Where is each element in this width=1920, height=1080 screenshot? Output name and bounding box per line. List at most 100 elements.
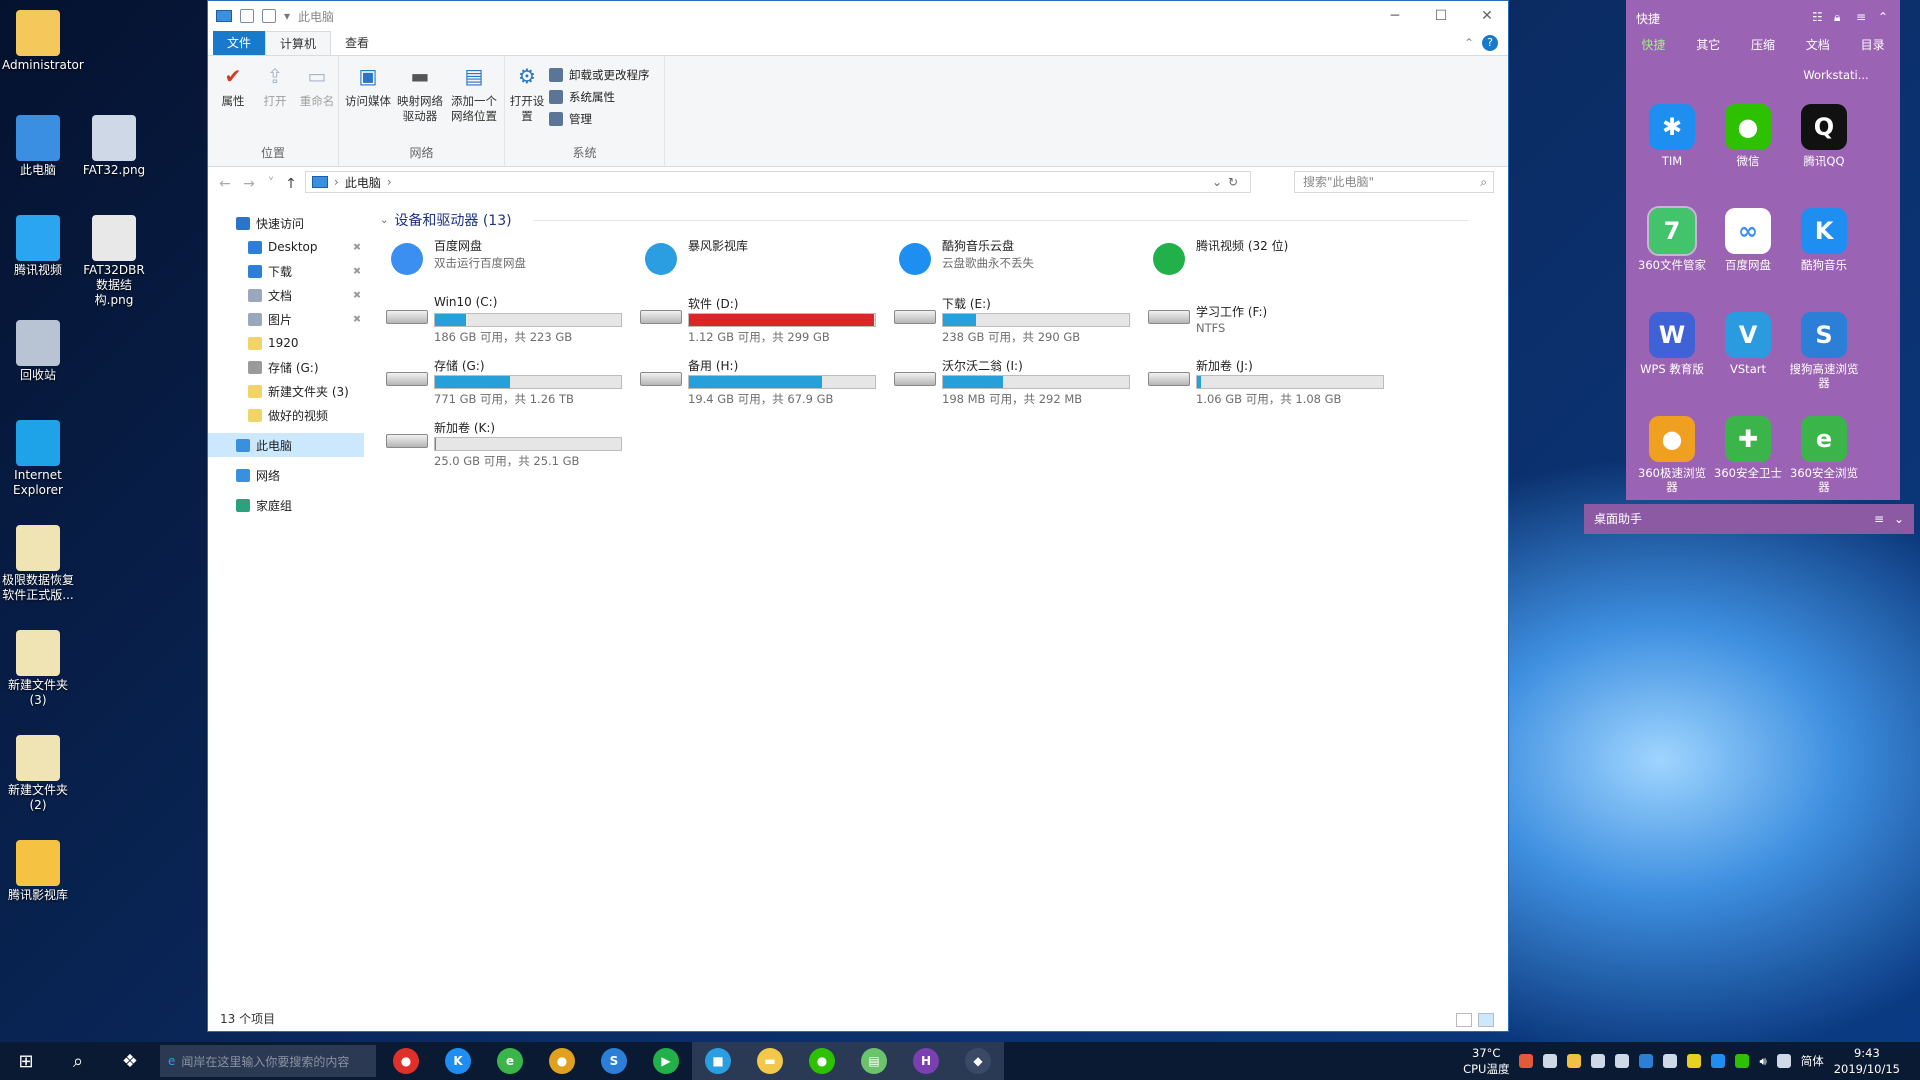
panel-app-icon[interactable]: S 搜狗高速浏览器 bbox=[1786, 312, 1862, 390]
nav-item[interactable]: 新建文件夹 (3) bbox=[208, 379, 364, 403]
menu-icon[interactable]: ≡ bbox=[1856, 10, 1866, 24]
desktop-icon[interactable]: FAT32.png bbox=[78, 115, 150, 178]
section-header[interactable]: ⌄ 设备和驱动器 (13) bbox=[380, 210, 512, 230]
panel-app-icon[interactable]: ● 微信 bbox=[1710, 104, 1786, 168]
desktop-icon[interactable]: FAT32DBR数据结构.png bbox=[78, 215, 150, 308]
panel-app-icon[interactable]: 7 360文件管家 bbox=[1634, 206, 1710, 272]
app-tile[interactable]: 酷狗音乐云盘 云盘歌曲永不丢失 bbox=[888, 235, 1128, 283]
app-tile[interactable]: 暴风影视库 bbox=[634, 235, 874, 283]
new-folder-quick-button[interactable] bbox=[262, 9, 276, 23]
panel-app-icon[interactable]: Q 腾讯QQ bbox=[1786, 104, 1862, 168]
app-tile[interactable]: 腾讯视频 (32 位) bbox=[1142, 235, 1382, 283]
refresh-icon[interactable]: ↻ bbox=[1228, 175, 1250, 189]
panel-app-icon[interactable]: K 酷狗音乐 bbox=[1786, 208, 1862, 272]
drive-tile[interactable]: 新加卷 (J:) 1.06 GB 可用，共 1.08 GB bbox=[1142, 355, 1384, 406]
gift-icon[interactable] bbox=[1519, 1054, 1534, 1068]
wechat-tray-icon[interactable] bbox=[1735, 1054, 1750, 1068]
add-network-location-button[interactable]: ▤ 添加一个网络位置 bbox=[447, 60, 501, 124]
clock[interactable]: 9:43 2019/10/15 bbox=[1834, 1045, 1900, 1077]
details-view-button[interactable] bbox=[1456, 1013, 1472, 1027]
help-icon[interactable]: ? bbox=[1482, 35, 1498, 51]
360-tray-icon[interactable] bbox=[1687, 1054, 1702, 1068]
system-properties-button[interactable]: 系统属性 bbox=[549, 86, 615, 108]
desktop-icon[interactable]: 此电脑 bbox=[2, 115, 74, 178]
start-button[interactable]: ⊞ bbox=[0, 1042, 52, 1080]
collapse-ribbon-icon[interactable]: ⌃ bbox=[1456, 31, 1482, 55]
user-icon[interactable] bbox=[1591, 1054, 1606, 1068]
desktop-icon[interactable]: 回收站 bbox=[2, 320, 74, 383]
desktop-helper-bar[interactable]: 桌面助手 ≡ ⌄ bbox=[1584, 504, 1914, 534]
search-icon[interactable]: ⌕ bbox=[52, 1042, 104, 1080]
desktop-icon[interactable]: Internet Explorer bbox=[2, 420, 74, 498]
taskbar-app-tencent-video-icon[interactable]: ▶ bbox=[640, 1042, 692, 1080]
taskbar-app-chrome-icon[interactable]: ● bbox=[536, 1042, 588, 1080]
nav-item[interactable]: 网络 bbox=[208, 463, 364, 487]
network-icon[interactable] bbox=[1776, 1054, 1791, 1068]
panel-app-icon[interactable]: e 360安全浏览器 bbox=[1786, 416, 1862, 494]
address-bar[interactable]: › 此电脑 › ⌄ ↻ bbox=[305, 171, 1251, 193]
taskbar-app-notepad-icon[interactable]: ▤ bbox=[848, 1042, 900, 1080]
nav-item[interactable]: 此电脑 bbox=[208, 433, 364, 457]
panel-tab[interactable]: 目录 bbox=[1861, 36, 1885, 53]
tab-file[interactable]: 文件 bbox=[213, 31, 266, 55]
rename-button[interactable]: ▭ 重命名 bbox=[296, 60, 338, 109]
workstation-label[interactable]: Workstati... bbox=[1786, 68, 1886, 82]
chevron-down-icon[interactable]: ⌄ bbox=[1894, 504, 1904, 534]
panel-tab[interactable]: 文档 bbox=[1806, 36, 1830, 53]
panel-app-icon[interactable]: ✱ TIM bbox=[1634, 104, 1710, 168]
nav-item[interactable]: 快速访问 bbox=[208, 211, 364, 235]
taskbar-app-wechat-icon[interactable]: ● bbox=[796, 1042, 848, 1080]
breadcrumb[interactable]: 此电脑 bbox=[345, 174, 381, 191]
search-input[interactable]: 搜索"此电脑" ⌕ bbox=[1294, 171, 1494, 193]
panel-app-icon[interactable]: ● 360极速浏览器 bbox=[1634, 416, 1710, 494]
nav-item[interactable]: 存储 (G:) bbox=[208, 355, 364, 379]
tab-computer[interactable]: 计算机 bbox=[265, 31, 332, 55]
nav-item[interactable]: 图片 ✚ bbox=[208, 307, 364, 331]
address-dropdown-icon[interactable]: ⌄ bbox=[1212, 175, 1222, 189]
taskbar-app-360browser-icon[interactable]: e bbox=[484, 1042, 536, 1080]
desktop-icon[interactable]: 腾讯影视库 bbox=[2, 840, 74, 903]
panel-tab[interactable]: 其它 bbox=[1696, 36, 1720, 53]
properties-button[interactable]: ✔ 属性 bbox=[212, 60, 254, 109]
desktop-icon[interactable]: 极限数据恢复软件正式版... bbox=[2, 525, 74, 603]
nav-item[interactable]: 家庭组 bbox=[208, 493, 364, 517]
map-drive-button[interactable]: ▬ 映射网络驱动器 bbox=[395, 60, 445, 124]
desktop-icon[interactable]: 新建文件夹 (3) bbox=[2, 630, 74, 708]
open-settings-button[interactable]: ⚙ 打开设置 bbox=[509, 60, 545, 124]
forward-button[interactable]: → bbox=[238, 173, 260, 195]
maximize-button[interactable]: ☐ bbox=[1418, 1, 1464, 31]
panel-app-icon[interactable]: W WPS 教育版 bbox=[1634, 312, 1710, 376]
task-view-icon[interactable]: ❖ bbox=[104, 1042, 156, 1080]
shield-icon[interactable] bbox=[1639, 1054, 1654, 1068]
taskbar-app-terminal-icon[interactable]: ◆ bbox=[952, 1042, 1004, 1080]
uninstall-programs-button[interactable]: 卸载或更改程序 bbox=[549, 64, 650, 86]
volume-icon[interactable]: 🔊︎ bbox=[1759, 1054, 1766, 1069]
ime-indicator[interactable]: 简体 bbox=[1801, 1053, 1824, 1069]
close-button[interactable]: ✕ bbox=[1464, 1, 1508, 31]
tab-view[interactable]: 查看 bbox=[331, 31, 383, 55]
panel-app-icon[interactable]: ✚ 360安全卫士 bbox=[1710, 416, 1786, 480]
properties-quick-button[interactable] bbox=[240, 9, 254, 23]
taskbar-search-input[interactable]: e 闻岸在这里输入你要搜索的内容 bbox=[160, 1045, 376, 1077]
open-button[interactable]: ⇪ 打开 bbox=[254, 60, 296, 109]
drive-tile[interactable]: 下载 (E:) 238 GB 可用，共 290 GB bbox=[888, 293, 1130, 344]
qq-icon[interactable] bbox=[1567, 1054, 1582, 1068]
desktop-icon[interactable]: Administrator bbox=[2, 10, 84, 73]
large-icons-view-button[interactable] bbox=[1478, 1013, 1494, 1027]
drive-tile[interactable]: 沃尔沃二翁 (I:) 198 MB 可用，共 292 MB bbox=[888, 355, 1130, 406]
drive-tile[interactable]: 新加卷 (K:) 25.0 GB 可用，共 25.1 GB bbox=[380, 417, 622, 468]
desktop-icon[interactable]: 新建文件夹 (2) bbox=[2, 735, 74, 813]
drive-tile[interactable]: Win10 (C:) 186 GB 可用，共 223 GB bbox=[380, 293, 622, 344]
copy-icon[interactable] bbox=[1663, 1054, 1678, 1068]
drive-tile[interactable]: 软件 (D:) 1.12 GB 可用，共 299 GB bbox=[634, 293, 876, 344]
manage-button[interactable]: 管理 bbox=[549, 108, 592, 130]
nav-item[interactable]: 做好的视频 bbox=[208, 403, 364, 427]
drive-tile[interactable]: 学习工作 (F:) NTFS bbox=[1142, 293, 1382, 341]
drive-tile[interactable]: 存储 (G:) 771 GB 可用，共 1.26 TB bbox=[380, 355, 622, 406]
nav-item[interactable]: 文档 ✚ bbox=[208, 283, 364, 307]
up-button[interactable]: ↑ bbox=[280, 173, 302, 195]
panel-tab[interactable]: 快捷 bbox=[1641, 36, 1665, 53]
recent-locations-icon[interactable]: ˅ bbox=[260, 173, 282, 195]
back-button[interactable]: ← bbox=[214, 173, 236, 195]
taskbar-app-kugou-icon[interactable]: K bbox=[432, 1042, 484, 1080]
